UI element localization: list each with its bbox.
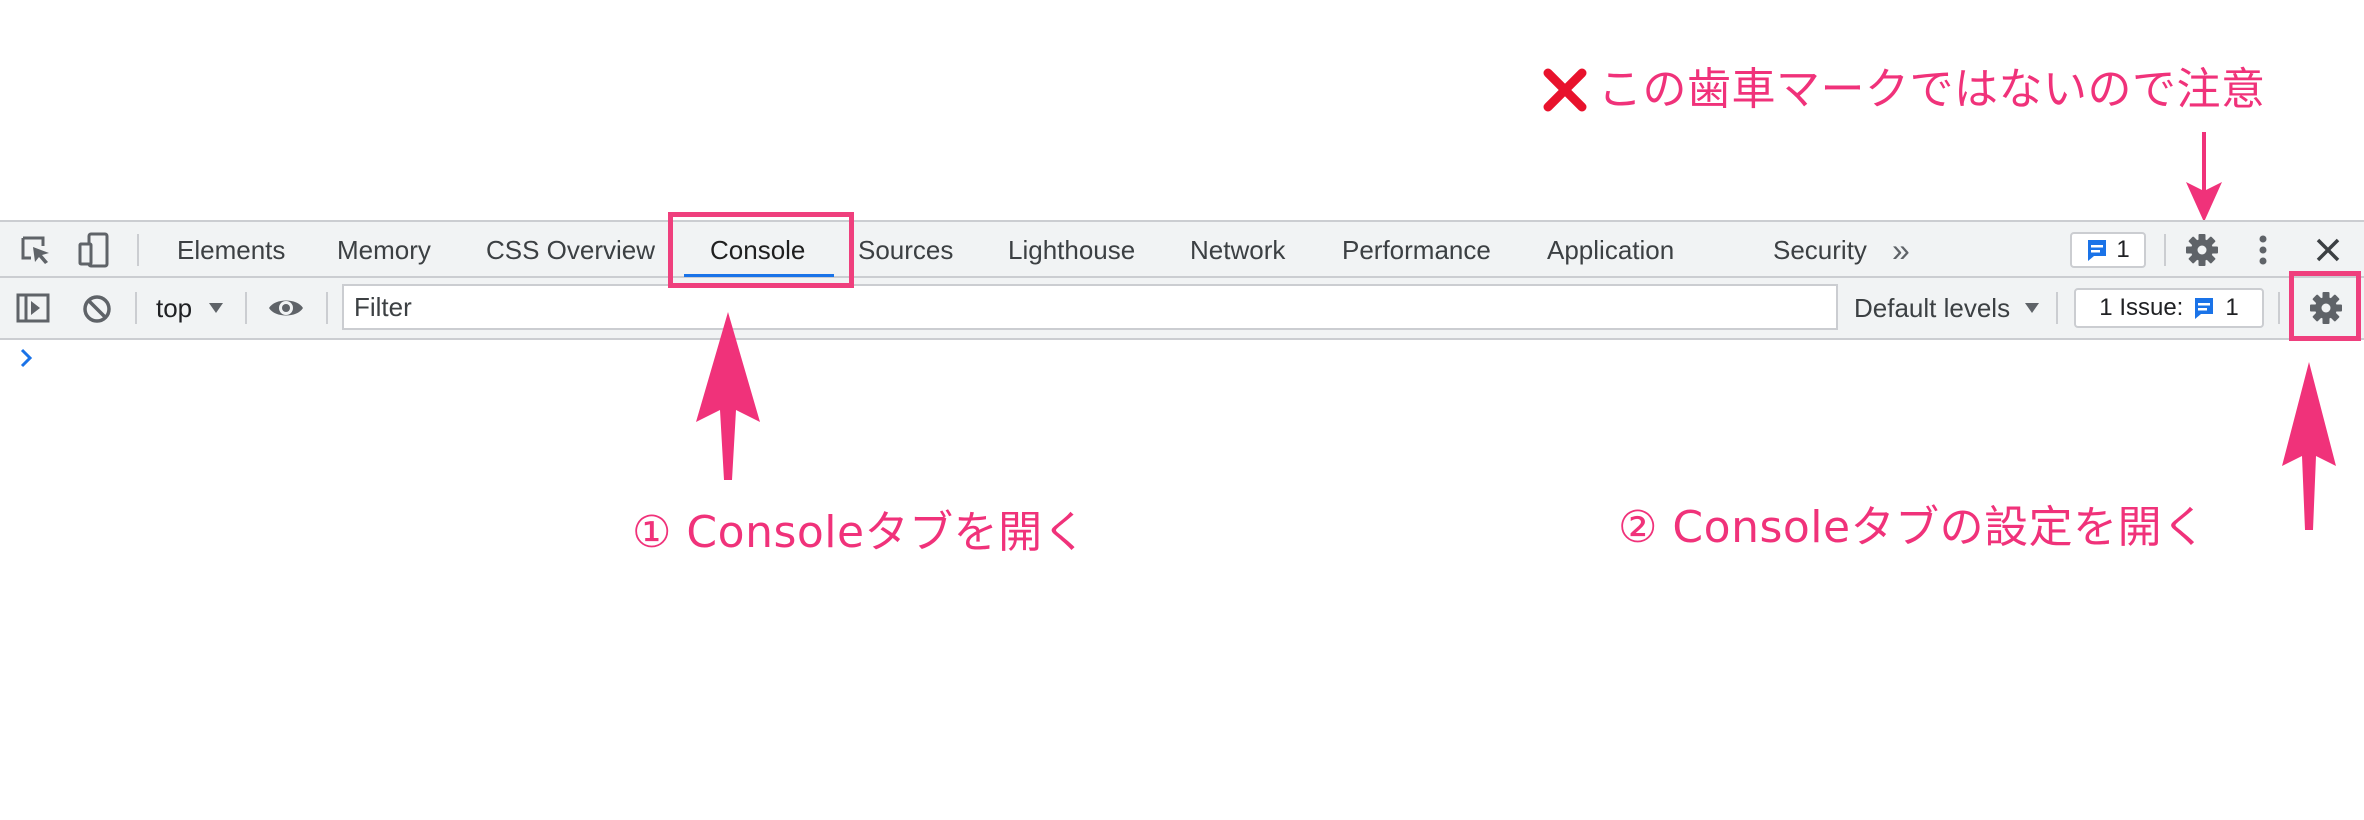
annotation-arrow-up: [2282, 362, 2336, 530]
message-icon: [2195, 298, 2214, 319]
tab-performance[interactable]: Performance: [1342, 222, 1491, 278]
sidebar-toggle-icon[interactable]: [16, 292, 50, 324]
tab-sources[interactable]: Sources: [858, 222, 953, 278]
step1-annotation: ① Consoleタブを開く: [632, 507, 1088, 558]
issues-button[interactable]: 1 Issue: 1: [2074, 288, 2264, 328]
devtools-tab-bar: Elements Memory CSS Overview Console Sou…: [0, 220, 2364, 278]
warning-annotation: この歯車マークではないので注意: [1538, 60, 2266, 120]
more-tabs-icon[interactable]: »: [1892, 222, 1910, 278]
toolbar-divider: [135, 292, 137, 324]
console-prompt-icon[interactable]: [18, 346, 36, 375]
issues-count: 1: [2225, 294, 2239, 321]
toolbar-divider: [326, 292, 328, 324]
warning-text: この歯車マークではないので注意: [1598, 64, 2266, 115]
console-toolbar: top Default levels 1 Issue: 1: [0, 278, 2364, 340]
toolbar-divider: [245, 292, 247, 324]
toolbar-divider: [2056, 292, 2058, 324]
tab-security[interactable]: Security: [1773, 222, 1867, 278]
console-tab-highlight: [668, 212, 854, 288]
eye-icon[interactable]: [266, 292, 306, 324]
console-settings-highlight: [2289, 271, 2361, 341]
tab-application[interactable]: Application: [1547, 222, 1674, 278]
kebab-menu-icon[interactable]: [2248, 232, 2278, 268]
gear-icon[interactable]: [2184, 232, 2220, 268]
tab-elements[interactable]: Elements: [177, 222, 285, 278]
clear-console-icon[interactable]: [80, 292, 114, 326]
issues-label: 1 Issue:: [2099, 294, 2184, 321]
tab-css-overview[interactable]: CSS Overview: [486, 222, 655, 278]
close-icon[interactable]: [2312, 234, 2344, 266]
caret-down-icon[interactable]: [208, 302, 224, 314]
execution-context-select[interactable]: top: [156, 278, 192, 338]
tab-network[interactable]: Network: [1190, 222, 1285, 278]
inspect-element-icon[interactable]: [18, 234, 54, 266]
device-toolbar-icon[interactable]: [76, 232, 112, 268]
tab-lighthouse[interactable]: Lighthouse: [1008, 222, 1135, 278]
annotation-arrow-up: [696, 312, 760, 480]
filter-input[interactable]: [342, 284, 1838, 330]
toolbar-divider: [2164, 234, 2166, 266]
toolbar-divider: [2278, 292, 2280, 324]
annotation-arrow-down: [2186, 132, 2222, 222]
messages-count: 1: [2116, 236, 2130, 263]
messages-badge[interactable]: 1: [2070, 232, 2146, 268]
toolbar-divider: [137, 234, 139, 266]
step2-annotation: ② Consoleタブの設定を開く: [1618, 502, 2207, 553]
tab-memory[interactable]: Memory: [337, 222, 431, 278]
caret-down-icon[interactable]: [2024, 302, 2040, 314]
cross-mark-icon: [1543, 68, 1587, 112]
log-levels-select[interactable]: Default levels: [1854, 278, 2010, 338]
message-icon: [2088, 240, 2107, 261]
